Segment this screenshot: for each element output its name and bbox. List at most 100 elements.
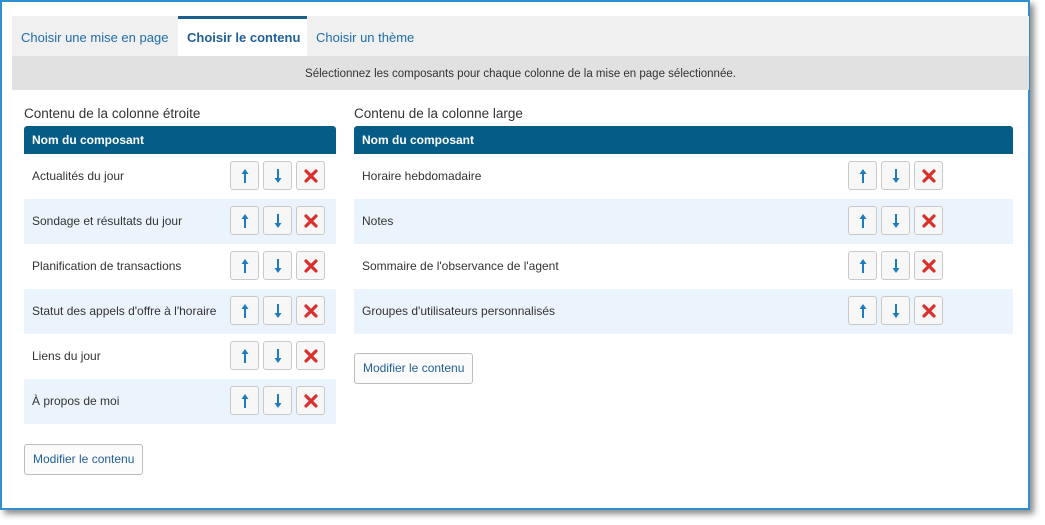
arrow-down-icon bbox=[273, 303, 283, 319]
tab-choose-content[interactable]: Choisir le contenu bbox=[178, 16, 307, 56]
close-icon bbox=[921, 258, 936, 273]
row-actions bbox=[848, 251, 943, 280]
move-up-button[interactable] bbox=[848, 251, 877, 280]
remove-button[interactable] bbox=[296, 341, 325, 370]
table-row: Actualités du jour bbox=[24, 154, 336, 199]
row-actions bbox=[230, 251, 325, 280]
move-up-button[interactable] bbox=[230, 251, 259, 280]
close-icon bbox=[921, 303, 936, 318]
close-icon bbox=[303, 213, 318, 228]
move-down-button[interactable] bbox=[881, 161, 910, 190]
row-actions bbox=[848, 296, 943, 325]
close-icon bbox=[303, 258, 318, 273]
remove-button[interactable] bbox=[914, 161, 943, 190]
component-name: Notes bbox=[362, 214, 394, 228]
wide-components-table: Nom du composant Horaire hebdomadaire No… bbox=[354, 126, 1013, 334]
move-down-button[interactable] bbox=[263, 161, 292, 190]
row-actions bbox=[230, 296, 325, 325]
arrow-down-icon bbox=[891, 303, 901, 319]
narrow-components-table: Nom du composant Actualités du jour Sond… bbox=[24, 126, 336, 424]
component-name: Groupes d'utilisateurs personnalisés bbox=[362, 304, 556, 318]
narrow-column: Contenu de la colonne étroite Nom du com… bbox=[24, 106, 336, 424]
close-icon bbox=[921, 213, 936, 228]
remove-button[interactable] bbox=[296, 206, 325, 235]
move-up-button[interactable] bbox=[230, 386, 259, 415]
arrow-up-icon bbox=[240, 168, 250, 184]
move-up-button[interactable] bbox=[848, 161, 877, 190]
arrow-up-icon bbox=[858, 168, 868, 184]
remove-button[interactable] bbox=[296, 251, 325, 280]
arrow-up-icon bbox=[858, 303, 868, 319]
table-row: Sommaire de l'observance de l'agent bbox=[354, 244, 1013, 289]
component-name: Actualités du jour bbox=[32, 169, 125, 183]
wide-column: Contenu de la colonne large Nom du compo… bbox=[354, 106, 1013, 334]
close-icon bbox=[303, 393, 318, 408]
instruction-bar: Sélectionnez les composants pour chaque … bbox=[12, 56, 1029, 90]
wide-modify-content-button[interactable]: Modifier le contenu bbox=[354, 353, 474, 384]
component-name: Liens du jour bbox=[32, 349, 101, 363]
arrow-up-icon bbox=[858, 258, 868, 274]
component-name: Planification de transactions bbox=[32, 259, 182, 273]
move-down-button[interactable] bbox=[263, 296, 292, 325]
component-name: Sondage et résultats du jour bbox=[32, 214, 183, 228]
arrow-down-icon bbox=[891, 213, 901, 229]
content-chooser-window: Choisir une mise en page Choisir le cont… bbox=[0, 0, 1030, 510]
table-row: Planification de transactions bbox=[24, 244, 336, 289]
arrow-down-icon bbox=[273, 213, 283, 229]
move-up-button[interactable] bbox=[230, 161, 259, 190]
tab-choose-layout[interactable]: Choisir une mise en page bbox=[12, 16, 177, 56]
component-name: Sommaire de l'observance de l'agent bbox=[362, 259, 559, 273]
arrow-down-icon bbox=[273, 258, 283, 274]
tab-choose-theme[interactable]: Choisir un thème bbox=[307, 16, 423, 56]
move-down-button[interactable] bbox=[881, 206, 910, 235]
remove-button[interactable] bbox=[914, 206, 943, 235]
remove-button[interactable] bbox=[296, 296, 325, 325]
move-up-button[interactable] bbox=[230, 296, 259, 325]
component-name: À propos de moi bbox=[32, 394, 120, 408]
arrow-up-icon bbox=[240, 348, 250, 364]
move-down-button[interactable] bbox=[263, 341, 292, 370]
arrow-up-icon bbox=[240, 393, 250, 409]
move-down-button[interactable] bbox=[263, 206, 292, 235]
row-actions bbox=[230, 161, 325, 190]
remove-button[interactable] bbox=[914, 251, 943, 280]
remove-button[interactable] bbox=[914, 296, 943, 325]
component-name: Horaire hebdomadaire bbox=[362, 169, 482, 183]
arrow-down-icon bbox=[273, 393, 283, 409]
move-down-button[interactable] bbox=[881, 251, 910, 280]
narrow-column-title: Contenu de la colonne étroite bbox=[24, 106, 201, 121]
move-up-button[interactable] bbox=[848, 296, 877, 325]
arrow-down-icon bbox=[273, 348, 283, 364]
remove-button[interactable] bbox=[296, 161, 325, 190]
table-row: Horaire hebdomadaire bbox=[354, 154, 1013, 199]
row-actions bbox=[848, 206, 943, 235]
move-up-button[interactable] bbox=[230, 341, 259, 370]
move-up-button[interactable] bbox=[230, 206, 259, 235]
row-actions bbox=[230, 341, 325, 370]
move-down-button[interactable] bbox=[263, 386, 292, 415]
wide-table-header: Nom du composant bbox=[354, 126, 1013, 154]
move-down-button[interactable] bbox=[881, 296, 910, 325]
table-row: Statut des appels d'offre à l'horaire bbox=[24, 289, 336, 334]
close-icon bbox=[303, 348, 318, 363]
move-down-button[interactable] bbox=[263, 251, 292, 280]
arrow-down-icon bbox=[273, 168, 283, 184]
tab-bar: Choisir une mise en page Choisir le cont… bbox=[12, 16, 1029, 56]
row-actions bbox=[230, 206, 325, 235]
row-actions bbox=[230, 386, 325, 415]
table-row: À propos de moi bbox=[24, 379, 336, 424]
narrow-modify-content-button[interactable]: Modifier le contenu bbox=[24, 444, 144, 475]
arrow-up-icon bbox=[240, 303, 250, 319]
wide-column-title: Contenu de la colonne large bbox=[354, 106, 523, 121]
table-row: Liens du jour bbox=[24, 334, 336, 379]
table-row: Sondage et résultats du jour bbox=[24, 199, 336, 244]
component-name: Statut des appels d'offre à l'horaire bbox=[32, 304, 217, 318]
arrow-up-icon bbox=[240, 213, 250, 229]
table-row: Notes bbox=[354, 199, 1013, 244]
table-row: Groupes d'utilisateurs personnalisés bbox=[354, 289, 1013, 334]
arrow-down-icon bbox=[891, 258, 901, 274]
move-up-button[interactable] bbox=[848, 206, 877, 235]
arrow-up-icon bbox=[240, 258, 250, 274]
arrow-down-icon bbox=[891, 168, 901, 184]
remove-button[interactable] bbox=[296, 386, 325, 415]
